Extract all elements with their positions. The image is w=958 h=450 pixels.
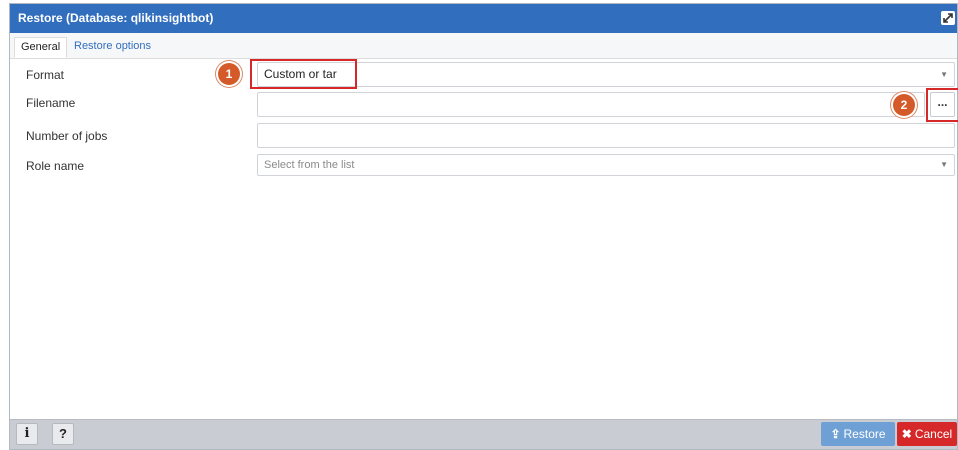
jobs-input[interactable]	[257, 123, 955, 148]
upload-icon: ⇪	[830, 427, 841, 441]
role-label: Role name	[26, 159, 85, 173]
cancel-button-label: Cancel	[914, 427, 953, 441]
caret-down-icon: ▼	[940, 160, 948, 169]
browse-highlight-box	[926, 88, 958, 122]
dialog-titlebar: Restore (Database: qlikinsightbot)	[10, 4, 957, 33]
tab-general[interactable]: General	[14, 37, 68, 58]
tab-restore-options[interactable]: Restore options	[68, 37, 157, 58]
restore-button[interactable]: ⇪ Restore	[821, 422, 895, 446]
restore-button-label: Restore	[843, 427, 886, 441]
callout-badge-2: 2	[893, 94, 915, 116]
help-button[interactable]: ?	[52, 423, 74, 445]
jobs-label: Number of jobs	[26, 129, 108, 143]
filename-label: Filename	[26, 96, 76, 110]
caret-down-icon: ▼	[940, 70, 948, 79]
dialog-title: Restore (Database: qlikinsightbot)	[18, 11, 214, 25]
format-select[interactable]: Custom or tar ▼	[257, 62, 955, 87]
cancel-button[interactable]: ✖ Cancel	[897, 422, 957, 446]
role-placeholder: Select from the list	[264, 159, 355, 171]
tab-bar: General Restore options	[10, 33, 957, 59]
maximize-icon[interactable]	[941, 11, 955, 25]
restore-dialog: Restore (Database: qlikinsightbot) Gener…	[9, 3, 958, 450]
callout-badge-1: 1	[218, 63, 240, 85]
format-label: Format	[26, 68, 65, 82]
x-icon: ✖	[901, 427, 912, 441]
role-select[interactable]: Select from the list ▼	[257, 154, 955, 176]
format-highlight-box	[250, 59, 357, 89]
info-button[interactable]: i	[16, 423, 38, 445]
dialog-footer: i ? ⇪ Restore ✖ Cancel	[10, 419, 957, 449]
filename-input[interactable]	[257, 92, 925, 117]
